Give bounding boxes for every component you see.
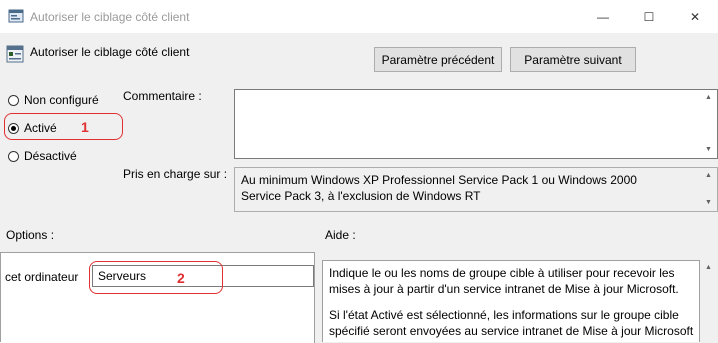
- scroll-up-icon[interactable]: ▲: [705, 264, 712, 272]
- minimize-icon: —: [597, 9, 609, 24]
- scroll-down-icon[interactable]: ▼: [705, 146, 712, 154]
- radio-label: Désactivé: [24, 149, 77, 163]
- maximize-button[interactable]: ☐: [626, 0, 672, 33]
- comment-scrollbar[interactable]: ▲ ▼: [702, 90, 717, 158]
- help-label: Aide :: [325, 228, 356, 242]
- help-paragraph: Indique le ou les noms de groupe cible à…: [329, 266, 679, 296]
- help-panel: Indique le ou les noms de groupe cible à…: [322, 260, 700, 342]
- scroll-up-icon[interactable]: ▲: [705, 94, 712, 102]
- annotation-highlight-1: [4, 113, 123, 140]
- supported-on-label: Pris en charge sur :: [123, 167, 228, 181]
- close-button[interactable]: ✕: [672, 0, 718, 33]
- scroll-up-icon[interactable]: ▲: [705, 172, 712, 180]
- policy-setting-icon: [6, 45, 24, 63]
- supported-scrollbar[interactable]: ▲ ▼: [702, 168, 717, 211]
- annotation-number-1: 1: [81, 119, 89, 135]
- maximize-icon: ☐: [643, 9, 655, 24]
- scroll-down-icon[interactable]: ▼: [705, 199, 712, 207]
- radio-button[interactable]: [8, 150, 19, 162]
- setting-title: Autoriser le ciblage côté client: [30, 45, 190, 59]
- options-panel-border: [0, 252, 1, 342]
- comment-textarea[interactable]: ▲ ▼: [234, 89, 718, 159]
- minimize-button[interactable]: —: [580, 0, 626, 33]
- window-title: Autoriser le ciblage côté client: [30, 10, 190, 24]
- next-setting-button[interactable]: Paramètre suivant: [510, 47, 636, 72]
- radio-not-configured[interactable]: Non configuré: [8, 91, 99, 109]
- radio-label: Non configuré: [24, 93, 99, 107]
- options-label: Options :: [6, 228, 55, 242]
- annotation-number-2: 2: [177, 270, 185, 286]
- radio-disabled[interactable]: Désactivé: [8, 147, 77, 165]
- supported-on-text: Au minimum Windows XP Professionnel Serv…: [241, 173, 637, 203]
- help-scrollbar[interactable]: ▲: [700, 260, 718, 342]
- close-icon: ✕: [689, 9, 701, 24]
- previous-setting-button[interactable]: Paramètre précédent: [374, 47, 502, 72]
- comment-label: Commentaire :: [123, 89, 202, 103]
- help-paragraph: Si l'état Activé est sélectionné, les in…: [329, 308, 694, 338]
- target-group-label: cet ordinateur: [5, 270, 79, 284]
- supported-on-box: Au minimum Windows XP Professionnel Serv…: [234, 167, 718, 212]
- radio-button[interactable]: [8, 94, 19, 106]
- annotation-highlight-2: [89, 261, 223, 294]
- policy-window-icon: [8, 9, 24, 23]
